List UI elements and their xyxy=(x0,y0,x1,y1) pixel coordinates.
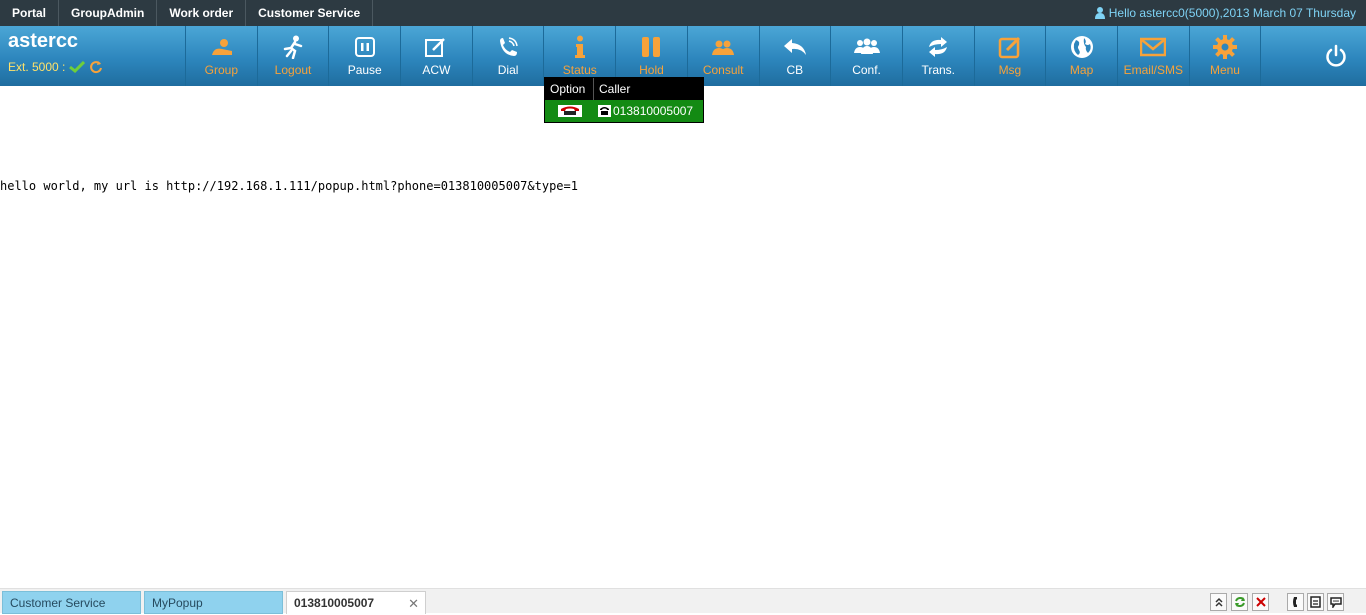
tab-mypopup[interactable]: MyPopup xyxy=(144,591,283,614)
map-button[interactable]: Map xyxy=(1046,26,1118,86)
bottom-tab-bar: Customer Service MyPopup 013810005007 ✕ xyxy=(0,588,1366,614)
pause-label: Pause xyxy=(347,63,382,77)
hold-icon xyxy=(638,34,664,60)
popup-header-caller: Caller xyxy=(599,82,631,96)
nav-portal[interactable]: Portal xyxy=(0,0,60,26)
refresh-icon[interactable] xyxy=(89,60,103,74)
callback-label: CB xyxy=(786,63,804,77)
envelope-icon xyxy=(1140,34,1167,60)
user-greeting: Hello astercc0(5000),2013 March 07 Thurs… xyxy=(1094,0,1366,26)
conference-icon xyxy=(853,34,880,60)
gear-icon xyxy=(1212,34,1238,60)
popup-header-option: Option xyxy=(545,78,594,100)
chat-icon xyxy=(1329,597,1342,608)
popup-header: Option Caller xyxy=(545,78,703,100)
caller-cell: 013810005007 xyxy=(594,104,703,118)
refresh-tab-button[interactable] xyxy=(1231,593,1248,611)
greeting-text: Hello astercc0(5000),2013 March 07 Thurs… xyxy=(1108,6,1356,20)
transfer-icon xyxy=(925,34,951,60)
menu-label: Menu xyxy=(1209,63,1240,77)
message-icon xyxy=(997,34,1023,60)
note-panel-button[interactable] xyxy=(1307,593,1324,611)
msg-label: Msg xyxy=(998,63,1022,77)
nav-work-order[interactable]: Work order xyxy=(157,0,247,26)
phone-icon xyxy=(1292,597,1297,607)
caller-phone-icon xyxy=(598,105,611,117)
top-nav: Portal GroupAdmin Work order Customer Se… xyxy=(0,0,1366,26)
power-button[interactable] xyxy=(1306,26,1366,86)
group-label: Group xyxy=(204,63,239,77)
brand-name: astercc xyxy=(8,30,79,52)
close-all-button[interactable] xyxy=(1252,593,1269,611)
close-icon xyxy=(1255,597,1266,607)
chat-panel-button[interactable] xyxy=(1327,593,1344,611)
conference-button[interactable]: Conf. xyxy=(831,26,903,86)
hangup-option[interactable] xyxy=(545,105,594,117)
phone-panel-button[interactable] xyxy=(1287,593,1304,611)
nav-groupadmin[interactable]: GroupAdmin xyxy=(59,0,158,26)
hold-label: Hold xyxy=(639,63,664,77)
call-status-popup: Option Caller 013810005007 xyxy=(544,77,704,123)
acw-button[interactable]: ACW xyxy=(401,26,473,86)
dial-label: Dial xyxy=(497,63,519,77)
group-icon xyxy=(208,34,234,60)
close-tab-icon[interactable]: ✕ xyxy=(408,592,419,615)
brand: astercc Ext. 5000 : xyxy=(0,26,186,86)
caller-number: 013810005007 xyxy=(613,104,694,118)
extension-status: Ext. 5000 : xyxy=(8,60,103,74)
collapse-button[interactable] xyxy=(1210,593,1227,611)
logout-icon xyxy=(280,34,306,60)
consult-icon xyxy=(710,34,736,60)
tab-caller[interactable]: 013810005007 ✕ xyxy=(286,591,426,614)
info-icon xyxy=(567,34,593,60)
callback-button[interactable]: CB xyxy=(760,26,832,86)
tab-caller-label: 013810005007 xyxy=(294,596,375,610)
globe-icon xyxy=(1069,34,1095,60)
popup-page-text: hello world, my url is http://192.168.1.… xyxy=(0,179,578,193)
tab-customer-service[interactable]: Customer Service xyxy=(2,591,141,614)
menu-button[interactable]: Menu xyxy=(1190,26,1262,86)
nav-customer-service[interactable]: Customer Service xyxy=(246,0,374,26)
conference-label: Conf. xyxy=(852,63,881,77)
transfer-button[interactable]: Trans. xyxy=(903,26,975,86)
transfer-label: Trans. xyxy=(921,63,955,77)
user-icon xyxy=(1094,7,1105,19)
callback-icon xyxy=(782,34,808,60)
map-label: Map xyxy=(1069,63,1094,77)
hangup-phone-icon xyxy=(557,105,582,117)
consult-label: Consult xyxy=(702,63,744,77)
logout-label: Logout xyxy=(274,63,312,77)
email-sms-label: Email/SMS xyxy=(1123,63,1183,77)
dial-button[interactable]: Dial xyxy=(473,26,545,86)
pause-icon xyxy=(352,34,378,60)
pause-button[interactable]: Pause xyxy=(329,26,402,86)
group-button[interactable]: Group xyxy=(186,26,258,86)
popup-call-row[interactable]: 013810005007 xyxy=(545,100,703,122)
refresh-icon xyxy=(1234,597,1245,607)
check-icon xyxy=(69,61,86,73)
msg-button[interactable]: Msg xyxy=(975,26,1047,86)
logout-button[interactable]: Logout xyxy=(258,26,330,86)
acw-label: ACW xyxy=(422,63,451,77)
extension-label: Ext. 5000 : xyxy=(8,60,66,74)
note-icon xyxy=(1310,596,1321,608)
email-sms-button[interactable]: Email/SMS xyxy=(1118,26,1190,86)
phone-icon xyxy=(495,34,521,60)
status-label: Status xyxy=(562,63,597,77)
double-chevron-up-icon xyxy=(1214,597,1223,607)
power-icon xyxy=(1326,44,1346,67)
edit-icon xyxy=(423,34,449,60)
